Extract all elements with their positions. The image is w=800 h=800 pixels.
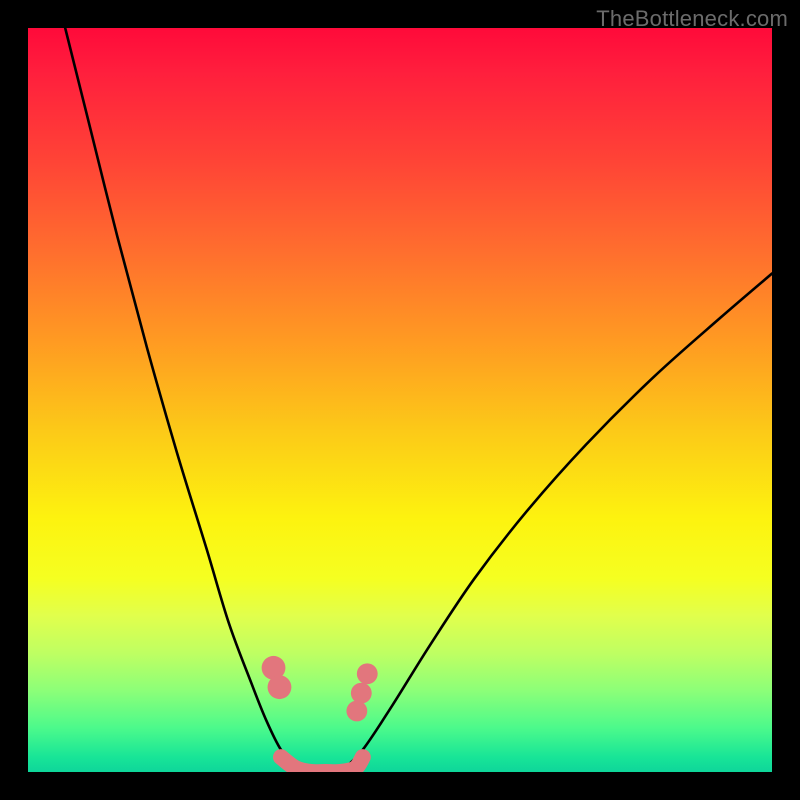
- marker-right-dot-mid: [351, 683, 372, 704]
- marker-right-dot-upper: [357, 663, 378, 684]
- curve-layer: [65, 28, 772, 772]
- series-right-curve: [340, 274, 772, 772]
- marker-right-dot-lower: [346, 701, 367, 722]
- chart-frame: TheBottleneck.com: [0, 0, 800, 800]
- series-valley-floor: [281, 757, 363, 772]
- marker-layer: [262, 656, 378, 721]
- chart-svg: [28, 28, 772, 772]
- marker-left-dot-lower: [268, 675, 292, 699]
- chart-plot-area: [28, 28, 772, 772]
